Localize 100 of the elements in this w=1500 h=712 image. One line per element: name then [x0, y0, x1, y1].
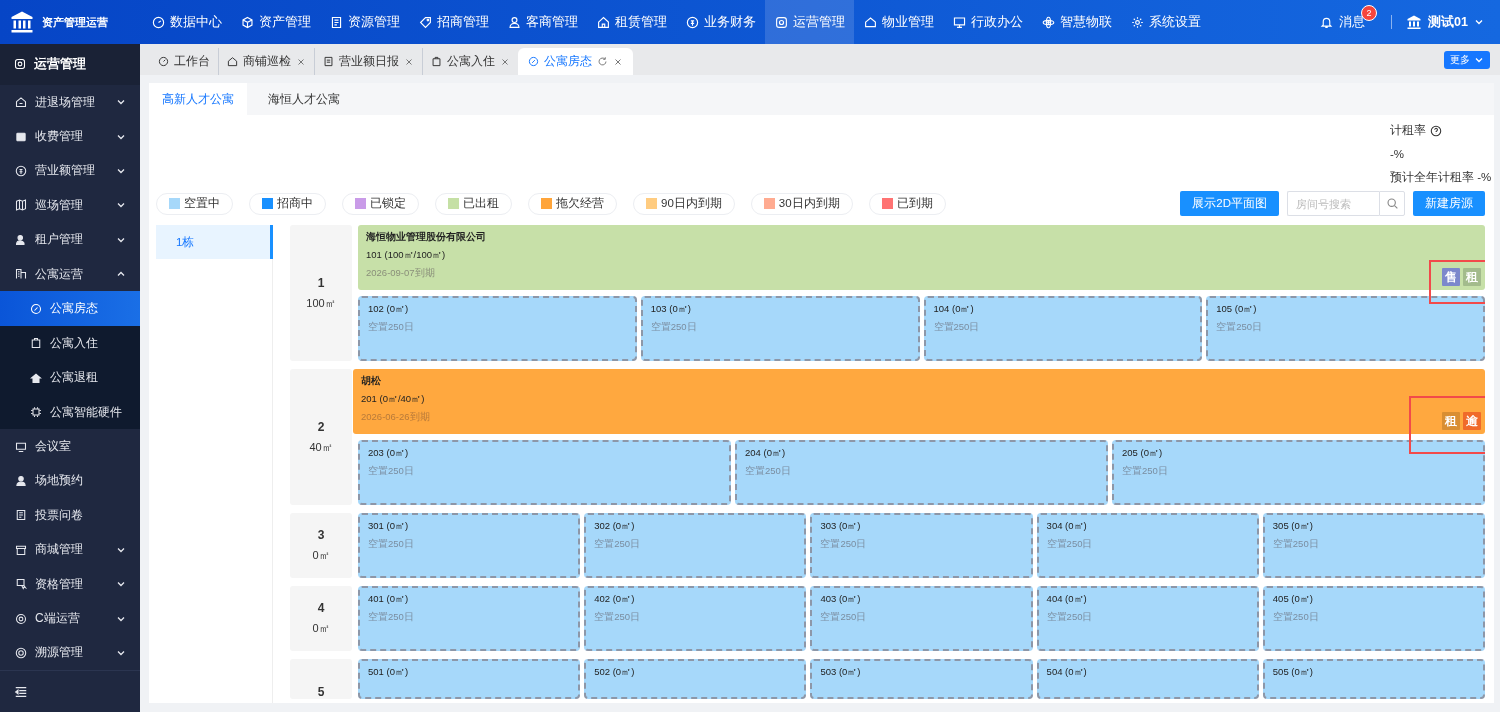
room-name: 303 (0㎡) — [820, 520, 862, 533]
vacant-room-card[interactable]: 404 (0㎡) 空置250日 — [1036, 586, 1259, 651]
target-icon — [15, 612, 27, 625]
vacant-room-card[interactable]: 401 (0㎡) 空置250日 — [358, 586, 581, 651]
sidebar-item[interactable]: 投票问卷 — [0, 498, 140, 533]
more-button[interactable]: 更多 — [1444, 50, 1490, 69]
sidebar-subitem[interactable]: 公寓房态 — [0, 291, 140, 326]
search-button[interactable] — [1379, 191, 1405, 216]
vacant-room-card[interactable]: 405 (0㎡) 空置250日 — [1262, 586, 1485, 651]
occupied-room-card[interactable]: 胡松 201 (0㎡/40㎡) 2026-06-26到期 租 逾 — [353, 369, 1485, 434]
close-icon[interactable] — [404, 56, 414, 67]
sidebar-item[interactable]: 溯源管理 — [0, 635, 140, 671]
vacant-room-card[interactable]: 102 (0㎡) 空置250日 — [358, 296, 637, 361]
vacancy-days: 空置250日 — [594, 538, 797, 551]
vacant-room-card[interactable]: 502 (0㎡) — [584, 659, 807, 699]
vacant-room-card[interactable]: 304 (0㎡) 空置250日 — [1036, 513, 1259, 578]
vacant-room-card[interactable]: 503 (0㎡) — [810, 659, 1033, 699]
occupied-room-card[interactable]: 海恒物业管理股份有限公司 101 (100㎡/100㎡) 2026-09-07到期 售 租 — [358, 225, 1485, 290]
sidebar-item[interactable]: 进退场管理 — [0, 84, 140, 120]
nav-menu-item[interactable]: 资产管理 — [231, 0, 320, 44]
room-name: 503 (0㎡) — [820, 666, 862, 679]
sidebar-item[interactable]: 资格管理 — [0, 566, 140, 602]
vacant-room-card[interactable]: 301 (0㎡) 空置250日 — [358, 513, 581, 578]
sidebar-item[interactable]: 公寓运营 — [0, 256, 140, 292]
user-menu[interactable]: 测试01 — [1406, 13, 1484, 31]
notepad-icon — [15, 509, 27, 522]
room-name: 304 (0㎡) — [1046, 520, 1088, 533]
room-name: 101 (100㎡/100㎡) — [366, 249, 447, 262]
floor-number: 3 — [317, 528, 325, 542]
bank-icon — [1406, 14, 1423, 30]
vacancy-days: 空置250日 — [1272, 538, 1475, 551]
close-icon[interactable] — [613, 56, 623, 67]
sidebar-item[interactable]: 会议室 — [0, 429, 140, 464]
settings-icon — [1130, 15, 1144, 29]
sidebar-subitem[interactable]: 公寓退租 — [0, 360, 140, 395]
room-name: 204 (0㎡) — [745, 447, 787, 460]
search-icon — [1385, 197, 1399, 210]
vacant-room-card[interactable]: 103 (0㎡) 空置250日 — [640, 296, 920, 361]
vacant-room-card[interactable]: 104 (0㎡) 空置250日 — [923, 296, 1203, 361]
vacant-room-card[interactable]: 403 (0㎡) 空置250日 — [810, 586, 1033, 651]
sidebar-subitem[interactable]: 公寓智能硬件 — [0, 394, 140, 430]
nav-menu-item[interactable]: 物业管理 — [854, 0, 943, 44]
refresh-icon — [597, 56, 608, 67]
vacant-room-card[interactable]: 205 (0㎡) 空置250日 — [1112, 440, 1485, 505]
chip-icon — [30, 406, 42, 419]
room-name: 401 (0㎡) — [368, 593, 410, 606]
vacancy-days: 空置250日 — [933, 321, 1193, 334]
room-name: 402 (0㎡) — [594, 593, 636, 606]
vacant-room-card[interactable]: 303 (0㎡) 空置250日 — [810, 513, 1033, 578]
close-icon[interactable] — [500, 56, 510, 67]
nav-menu-item[interactable]: 智慧物联 — [1032, 0, 1121, 44]
cube-icon — [431, 56, 442, 67]
vacant-room-card[interactable]: 203 (0㎡) 空置250日 — [358, 440, 731, 505]
vacant-room-card[interactable]: 204 (0㎡) 空置250日 — [735, 440, 1108, 505]
vacancy-days: 空置250日 — [820, 611, 1023, 624]
sidebar-item[interactable]: 收费管理 — [0, 119, 140, 154]
house-icon — [863, 15, 877, 29]
nav-menu-item[interactable]: 业务财务 — [676, 0, 765, 44]
floor-area: 40㎡ — [309, 439, 333, 455]
sidebar-item[interactable]: 巡场管理 — [0, 188, 140, 223]
vacant-room-card[interactable]: 501 (0㎡) — [358, 659, 581, 699]
nav-menu-item[interactable]: 数据中心 — [142, 0, 231, 44]
sidebar-subitem[interactable]: 公寓入住 — [0, 325, 140, 361]
sidebar-item[interactable]: 租户管理 — [0, 222, 140, 257]
page-tab[interactable]: 营业额日报 — [314, 48, 422, 75]
bank-logo-icon — [10, 10, 34, 34]
sidebar-item[interactable]: 场地预约 — [0, 463, 140, 499]
room-name: 201 (0㎡/40㎡) — [361, 393, 426, 406]
frame-icon — [774, 15, 788, 29]
vacant-room-card[interactable]: 305 (0㎡) 空置250日 — [1262, 513, 1485, 578]
nav-menu-item[interactable]: 行政办公 — [943, 0, 1032, 44]
floor-number: 4 — [317, 601, 325, 615]
sidebar-item[interactable]: C端运营 — [0, 601, 140, 636]
room-tag: 租 — [1442, 412, 1460, 430]
page-tab[interactable]: 商铺巡检 — [218, 48, 314, 75]
room-name: 505 (0㎡) — [1272, 666, 1314, 679]
chevron-down-icon — [1474, 17, 1484, 27]
person-icon — [15, 474, 27, 487]
page-tab[interactable]: 公寓房态 — [518, 48, 633, 75]
nav-menu-item[interactable]: 系统设置 — [1121, 0, 1210, 44]
vacant-room-card[interactable]: 505 (0㎡) — [1262, 659, 1485, 699]
nav-menu-item[interactable]: 招商管理 — [409, 0, 498, 44]
building-item[interactable]: 1栋 — [156, 225, 273, 259]
vacant-room-card[interactable]: 504 (0㎡) — [1036, 659, 1259, 699]
sidebar-item[interactable]: 商城管理 — [0, 532, 140, 567]
close-icon[interactable] — [296, 56, 306, 67]
page-tab[interactable]: 工作台 — [150, 48, 218, 75]
vacant-room-card[interactable]: 105 (0㎡) 空置250日 — [1206, 296, 1485, 361]
nav-menu-item[interactable]: 租赁管理 — [587, 0, 676, 44]
coin-icon — [685, 15, 699, 29]
room-name: 305 (0㎡) — [1272, 520, 1314, 533]
apartment-tab[interactable]: 高新人才公寓 — [149, 83, 247, 115]
vacant-room-card[interactable]: 402 (0㎡) 空置250日 — [584, 586, 807, 651]
nav-menu-item[interactable]: 运营管理 — [765, 0, 854, 44]
nav-menu-item[interactable]: 客商管理 — [498, 0, 587, 44]
vacant-room-card[interactable]: 302 (0㎡) 空置250日 — [584, 513, 807, 578]
sidebar-item[interactable]: 营业额管理 — [0, 153, 140, 189]
due-date: 2026-06-26到期 — [361, 411, 430, 424]
nav-menu-item[interactable]: 资源管理 — [320, 0, 409, 44]
vacancy-days: 空置250日 — [650, 321, 910, 334]
